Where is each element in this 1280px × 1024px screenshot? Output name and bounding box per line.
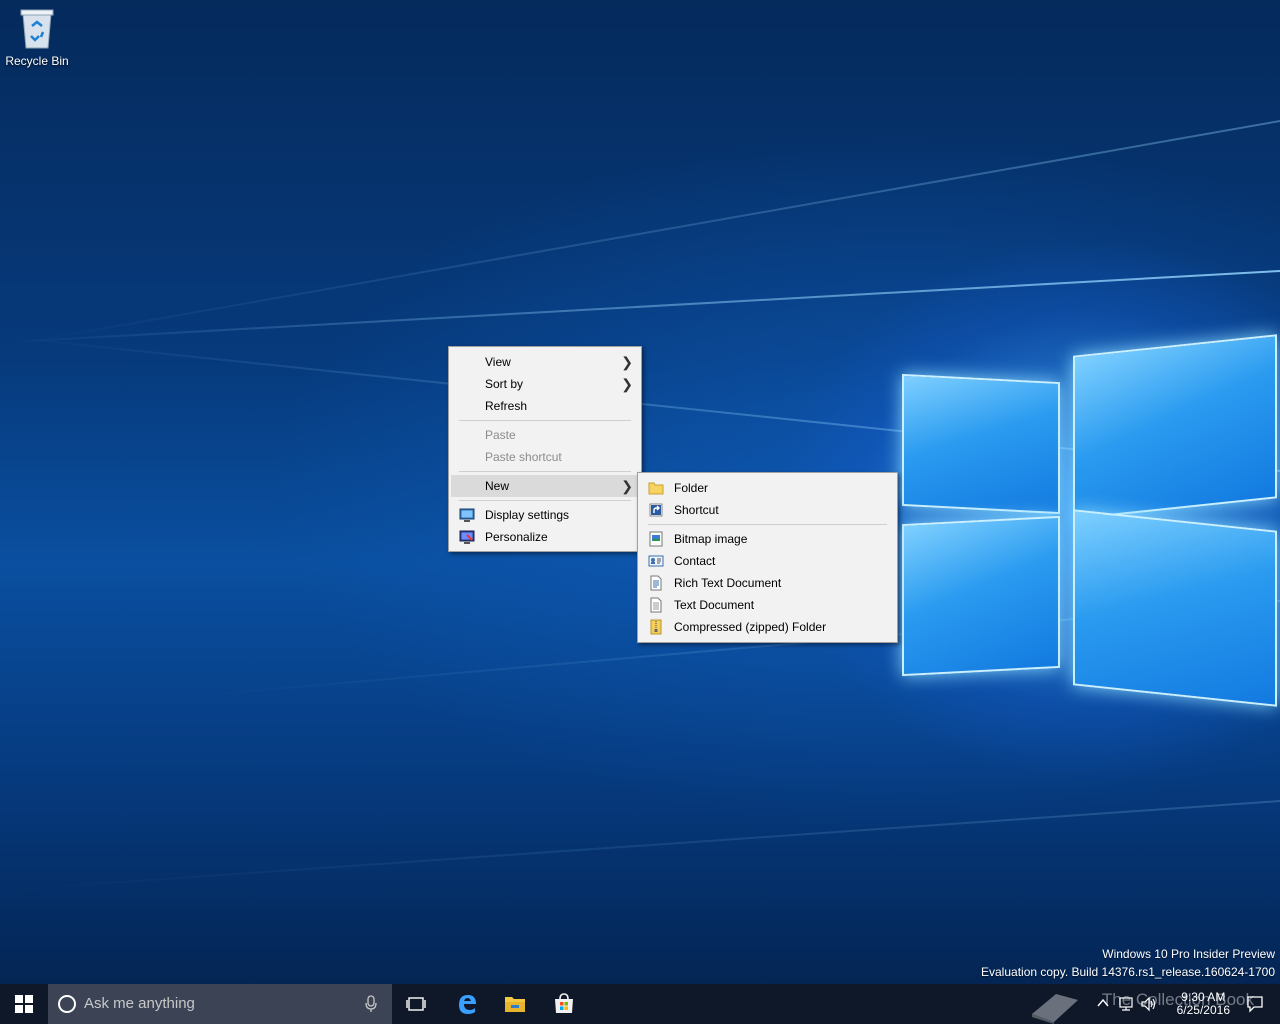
- cortana-icon: [58, 995, 76, 1013]
- file-explorer-button[interactable]: [491, 984, 539, 1024]
- network-icon[interactable]: [1118, 996, 1134, 1012]
- menu-separator: [459, 500, 631, 501]
- file-explorer-icon: [505, 997, 525, 1012]
- recycle-bin-icon: [20, 9, 54, 49]
- windows-logo-pane: [902, 373, 1060, 515]
- volume-icon[interactable]: [1140, 996, 1158, 1012]
- recycle-bin-label: Recycle Bin: [5, 54, 69, 68]
- windows-logo-icon: [15, 995, 33, 1013]
- edge-icon: [459, 995, 476, 1014]
- menu-item-personalize[interactable]: Personalize: [451, 526, 639, 548]
- menu-item-view[interactable]: View ❯: [451, 351, 639, 373]
- submenu-item-compressed-folder[interactable]: Compressed (zipped) Folder: [640, 616, 895, 638]
- personalize-icon: [459, 530, 475, 544]
- menu-separator: [459, 471, 631, 472]
- edge-button[interactable]: [443, 984, 491, 1024]
- watermark-build: Evaluation copy. Build 14376.rs1_release…: [981, 965, 1275, 979]
- zip-folder-icon: [650, 619, 662, 635]
- menu-item-label: Personalize: [485, 530, 548, 544]
- start-button[interactable]: [0, 984, 48, 1024]
- menu-item-refresh[interactable]: Refresh: [451, 395, 639, 417]
- taskbar: Ask me anything The Collection Book 9:30…: [0, 984, 1280, 1024]
- menu-item-paste: Paste: [451, 424, 639, 446]
- menu-item-label: View: [485, 355, 511, 369]
- menu-item-label: Paste: [485, 428, 516, 442]
- light-beam: [3, 800, 1280, 892]
- menu-item-label: Rich Text Document: [674, 576, 782, 590]
- submenu-item-folder[interactable]: Folder: [640, 477, 895, 499]
- task-view-icon: [406, 997, 426, 1011]
- desktop: Recycle Bin View ❯ Sort by ❯ Refresh Pas…: [0, 0, 1280, 1024]
- display-settings-icon: [459, 508, 475, 522]
- menu-item-label: Contact: [674, 554, 716, 568]
- submenu-item-rich-text-document[interactable]: Rich Text Document: [640, 572, 895, 594]
- chevron-up-icon[interactable]: [1096, 996, 1110, 1010]
- store-icon: [555, 993, 573, 1013]
- store-button[interactable]: [540, 984, 588, 1024]
- menu-item-label: Text Document: [674, 598, 755, 612]
- system-tray: The Collection Book 9:30 AM 6/25/2016: [1020, 984, 1280, 1024]
- light-beam: [19, 120, 1280, 345]
- desktop-context-menu: View ❯ Sort by ❯ Refresh Paste Paste sho…: [448, 346, 642, 552]
- menu-item-label: Sort by: [485, 377, 524, 391]
- menu-item-new[interactable]: New ❯: [451, 475, 639, 497]
- chevron-right-icon: ❯: [621, 478, 633, 494]
- windows-logo-pane: [1073, 334, 1277, 520]
- watermark-edition: Windows 10 Pro Insider Preview: [1102, 947, 1275, 961]
- light-beam: [1, 270, 1280, 344]
- shortcut-icon: [649, 503, 663, 517]
- clock-time: 9:30 AM: [1181, 990, 1226, 1004]
- taskbar-clock[interactable]: 9:30 AM 6/25/2016: [1177, 988, 1230, 1018]
- search-placeholder: Ask me anything: [84, 995, 195, 1012]
- menu-item-label: Bitmap image: [674, 532, 748, 546]
- menu-item-sort-by[interactable]: Sort by ❯: [451, 373, 639, 395]
- contact-icon: [648, 555, 664, 567]
- bitmap-icon: [649, 531, 663, 547]
- microphone-icon[interactable]: [364, 995, 378, 1013]
- menu-separator: [459, 420, 631, 421]
- submenu-item-bitmap-image[interactable]: Bitmap image: [640, 528, 895, 550]
- windows-logo-pane: [902, 515, 1060, 677]
- menu-item-display-settings[interactable]: Display settings: [451, 504, 639, 526]
- chevron-right-icon: ❯: [621, 376, 633, 392]
- submenu-item-text-document[interactable]: Text Document: [640, 594, 895, 616]
- folder-icon: [648, 482, 664, 495]
- new-submenu: Folder Shortcut Bitmap image Contact Ric…: [637, 472, 898, 643]
- book-watermark-icon: [1032, 994, 1078, 1024]
- submenu-item-shortcut[interactable]: Shortcut: [640, 499, 895, 521]
- action-center-icon[interactable]: [1246, 995, 1264, 1013]
- clock-date: 6/25/2016: [1176, 1003, 1230, 1017]
- menu-item-label: Refresh: [485, 399, 528, 413]
- chevron-right-icon: ❯: [621, 354, 633, 370]
- text-document-icon: [650, 597, 662, 613]
- menu-item-paste-shortcut: Paste shortcut: [451, 446, 639, 468]
- menu-item-label: Shortcut: [674, 503, 719, 517]
- menu-item-label: Compressed (zipped) Folder: [674, 620, 827, 634]
- menu-item-label: Folder: [674, 481, 709, 495]
- menu-item-label: Paste shortcut: [485, 450, 562, 464]
- recycle-bin-desktop-icon[interactable]: Recycle Bin: [4, 6, 70, 68]
- menu-separator: [648, 524, 887, 525]
- menu-item-label: Display settings: [485, 508, 570, 522]
- menu-item-label: New: [485, 479, 510, 493]
- windows-logo-pane: [1073, 509, 1277, 707]
- search-box[interactable]: Ask me anything: [48, 984, 392, 1024]
- build-watermark: Windows 10 Pro Insider Preview Evaluatio…: [981, 945, 1275, 981]
- rich-text-icon: [650, 575, 662, 591]
- submenu-item-contact[interactable]: Contact: [640, 550, 895, 572]
- task-view-button[interactable]: [392, 984, 440, 1024]
